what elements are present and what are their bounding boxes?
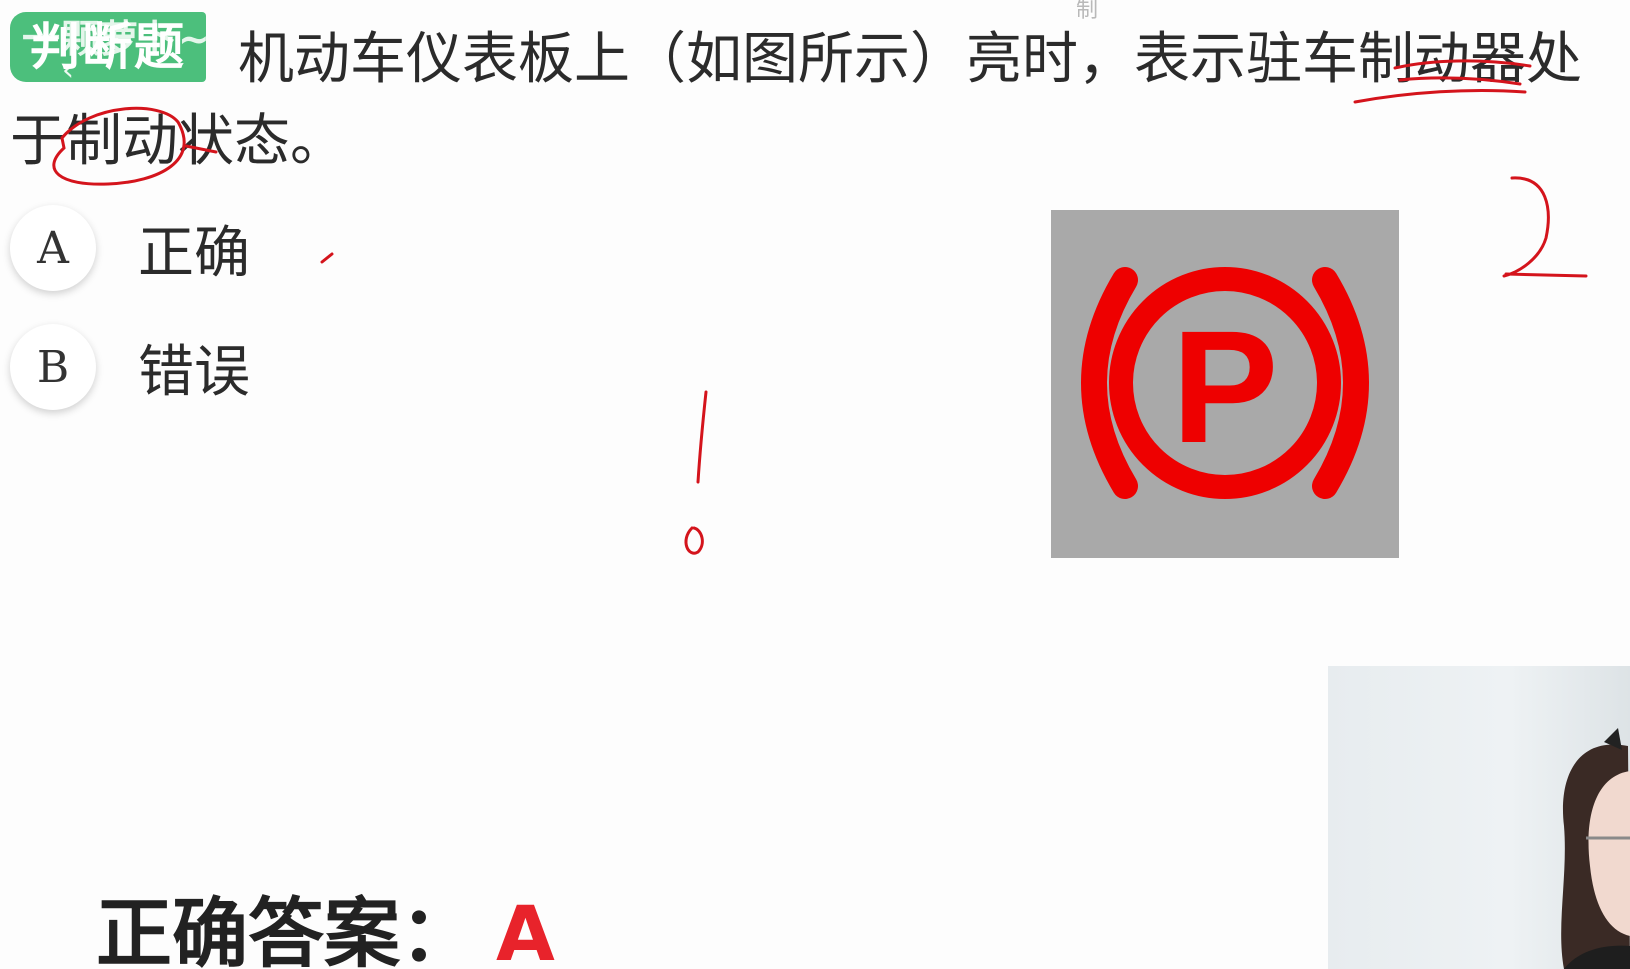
option-a-text: 正确: [138, 220, 250, 286]
overlay-watermark: 一颗萝卜~: [22, 17, 211, 61]
parking-brake-icon: P: [1081, 267, 1369, 499]
chevron-left-icon[interactable]: ‹: [62, 56, 88, 86]
option-b-text: 错误: [138, 339, 250, 405]
option-b[interactable]: B 错误: [10, 322, 250, 412]
sign-letter: P: [1172, 297, 1279, 476]
question-text-line-1: 机动车仪表板上（如图所示）亮时，表示驻车制动器处: [238, 27, 1582, 92]
answer-label: 正确答案：: [96, 889, 476, 969]
parking-brake-sign: P: [1051, 210, 1399, 558]
presenter-webcam: [1328, 666, 1630, 969]
option-a[interactable]: A 正确: [10, 203, 250, 293]
annotation-exclaim-line: [696, 390, 708, 484]
option-b-letter[interactable]: B: [10, 324, 96, 410]
video-frame: 判断题 一颗萝卜~ ‹ 制 机动车仪表板上（如图所示）亮时，表示驻车制动器处 于…: [0, 0, 1630, 969]
annotation-number-2: [1502, 176, 1588, 278]
question-text-line-2: 于制动状态。: [10, 109, 346, 174]
correct-answer: 正确答案： A: [96, 872, 555, 969]
presenter-image: [1561, 728, 1630, 969]
option-a-letter[interactable]: A: [10, 205, 96, 291]
annotation-tick: [320, 252, 334, 264]
annotation-exclaim-dot: [684, 526, 704, 555]
answer-value: A: [496, 889, 555, 969]
